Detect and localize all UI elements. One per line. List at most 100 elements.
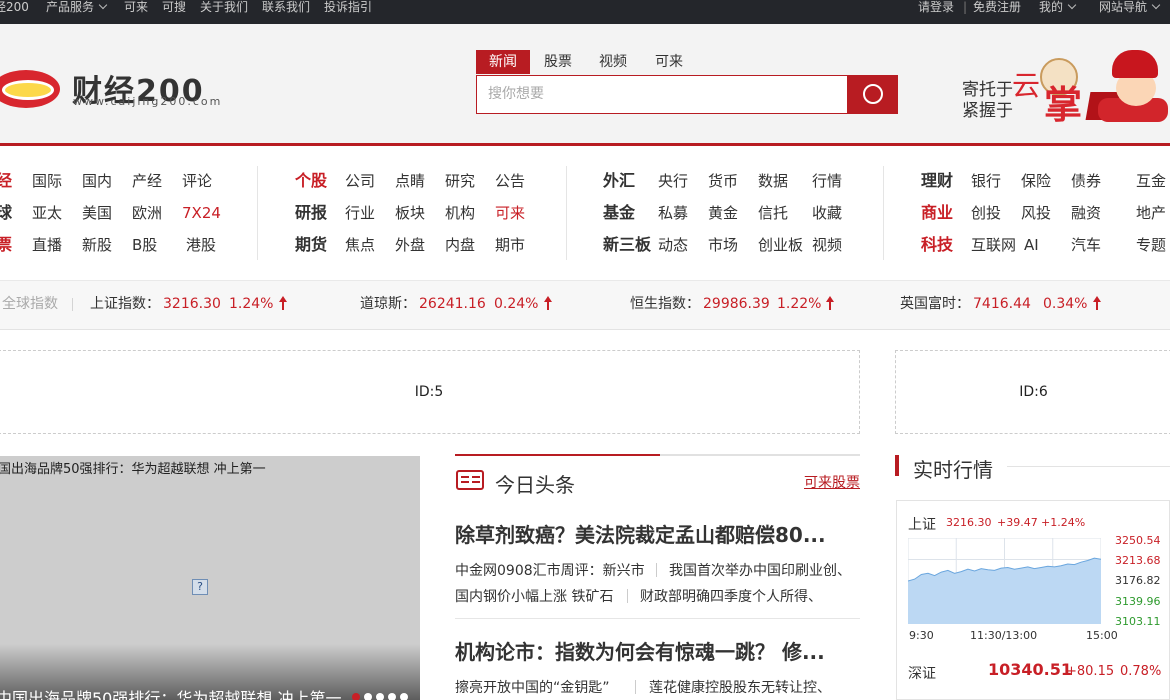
headline-sub-link[interactable]: 财政部明确四季度个人所得、 — [640, 586, 822, 606]
nav-link[interactable]: 研究 — [445, 172, 475, 190]
slide-caption[interactable]: 中国出海品牌50强排行：华为超越联想 冲上第一 — [0, 685, 341, 700]
headline-sub-link[interactable]: 中金网0908汇市周评：新兴市 — [455, 560, 645, 580]
nav-link[interactable]: 港股 — [186, 236, 216, 254]
ticker-name[interactable]: 英国富时： — [900, 295, 970, 313]
nav-cat[interactable]: 科技 — [921, 236, 953, 254]
nav-link-kelai[interactable]: 可来 — [495, 204, 525, 222]
slide-dot[interactable] — [352, 693, 360, 700]
nav-cat[interactable]: 新三板 — [603, 236, 651, 254]
headline-title[interactable]: 机构论市：指数为何会有惊魂一跳？ 修... — [455, 636, 860, 665]
search-tab-kelai[interactable]: 可来 — [644, 50, 694, 74]
nav-link[interactable]: AI — [1024, 236, 1039, 254]
my-account-menu[interactable]: 我的 — [1039, 0, 1077, 14]
nav-link[interactable]: 欧洲 — [132, 204, 162, 222]
ticker-name[interactable]: 道琼斯： — [360, 295, 416, 313]
nav-link[interactable]: 亚太 — [32, 204, 62, 222]
nav-link[interactable]: 黄金 — [708, 204, 738, 222]
nav-link[interactable]: 内盘 — [445, 236, 475, 254]
search-input[interactable]: 搜你想要 — [476, 75, 848, 114]
nav-link[interactable]: 创业板 — [758, 236, 803, 254]
search-button[interactable] — [847, 75, 898, 114]
headline-sub-link[interactable]: 擦亮开放中国的“金钥匙” — [455, 677, 610, 697]
nav-link[interactable]: 点睛 — [395, 172, 425, 190]
nav-cat[interactable]: 期货 — [295, 236, 327, 254]
intraday-chart[interactable] — [908, 538, 1101, 624]
slide-dot[interactable] — [400, 693, 408, 700]
nav-cat[interactable]: 票 — [0, 236, 12, 254]
nav-link[interactable]: 货币 — [708, 172, 738, 190]
register-link[interactable]: 免费注册 — [973, 0, 1021, 14]
nav-link[interactable]: 机构 — [445, 204, 475, 222]
nav-cat[interactable]: 经 — [0, 172, 12, 190]
top-link-about[interactable]: 关于我们 — [200, 0, 248, 14]
nav-link-7x24[interactable]: 7X24 — [182, 204, 221, 222]
nav-link[interactable]: 市场 — [708, 236, 738, 254]
nav-link[interactable]: 数据 — [758, 172, 788, 190]
nav-link[interactable]: 互联网 — [971, 236, 1016, 254]
nav-link[interactable]: 国内 — [82, 172, 112, 190]
nav-link[interactable]: 国际 — [32, 172, 62, 190]
nav-link[interactable]: 央行 — [658, 172, 688, 190]
nav-link[interactable]: 外盘 — [395, 236, 425, 254]
slide-dot[interactable] — [364, 693, 372, 700]
nav-link[interactable]: B股 — [132, 236, 157, 254]
headline-sub-link[interactable]: 我国首次举办中国印刷业创、 — [669, 560, 851, 580]
nav-link[interactable]: 创投 — [971, 204, 1001, 222]
nav-link[interactable]: 公告 — [495, 172, 525, 190]
nav-link[interactable]: 评论 — [182, 172, 212, 190]
nav-link[interactable]: 银行 — [971, 172, 1001, 190]
nav-link[interactable]: 焦点 — [345, 236, 375, 254]
nav-cat[interactable]: 研报 — [295, 204, 327, 222]
nav-cat[interactable]: 基金 — [603, 204, 635, 222]
nav-link[interactable]: 收藏 — [812, 204, 842, 222]
nav-link[interactable]: 私募 — [658, 204, 688, 222]
nav-link[interactable]: 专题 — [1136, 236, 1166, 254]
nav-link[interactable]: 板块 — [395, 204, 425, 222]
sz-index-name[interactable]: 深证 — [908, 663, 936, 683]
ticker-name[interactable]: 上证指数： — [90, 295, 160, 313]
kelai-stocks-link[interactable]: 可来股票 — [804, 472, 860, 492]
nav-link[interactable]: 汽车 — [1071, 236, 1101, 254]
nav-link[interactable]: 新股 — [82, 236, 112, 254]
ticker-name[interactable]: 恒生指数： — [630, 295, 700, 313]
top-link-contact[interactable]: 联系我们 — [262, 0, 310, 14]
site-nav-menu[interactable]: 网站导航 — [1099, 0, 1161, 14]
nav-link[interactable]: 信托 — [758, 204, 788, 222]
nav-link[interactable]: 视频 — [812, 236, 842, 254]
headline-title[interactable]: 除草剂致癌？美法院裁定孟山都赔偿80... — [455, 519, 860, 548]
ad-slot-5[interactable]: ID:5 — [0, 350, 860, 434]
search-tab-stocks[interactable]: 股票 — [534, 50, 582, 74]
nav-link[interactable]: 期市 — [495, 236, 525, 254]
slide-dot[interactable] — [376, 693, 384, 700]
nav-link[interactable]: 公司 — [345, 172, 375, 190]
nav-cat[interactable]: 商业 — [921, 204, 953, 222]
top-link-products[interactable]: 产品服务 — [46, 0, 108, 14]
nav-link[interactable]: 保险 — [1021, 172, 1051, 190]
ad-slot-6[interactable]: ID:6 — [895, 350, 1170, 434]
sh-index-name[interactable]: 上证 — [908, 514, 936, 534]
nav-link[interactable]: 风投 — [1021, 204, 1051, 222]
top-link-home[interactable]: 经200 — [0, 0, 29, 14]
top-link-kesou[interactable]: 可搜 — [162, 0, 186, 14]
nav-cat[interactable]: 理财 — [921, 172, 953, 190]
nav-link[interactable]: 行情 — [812, 172, 842, 190]
nav-link[interactable]: 美国 — [82, 204, 112, 222]
nav-cat[interactable]: 外汇 — [603, 172, 635, 190]
nav-link[interactable]: 产经 — [132, 172, 162, 190]
top-link-kelai[interactable]: 可来 — [124, 0, 148, 14]
slide-dot[interactable] — [388, 693, 396, 700]
headline-sub-link[interactable]: 国内钢价小幅上涨 铁矿石 — [455, 586, 613, 606]
headline-sub-link[interactable]: 莲花健康控股股东无转让控、 — [649, 677, 831, 697]
top-link-complaint[interactable]: 投诉指引 — [324, 0, 372, 14]
nav-cat[interactable]: 个股 — [295, 172, 327, 190]
nav-link[interactable]: 融资 — [1071, 204, 1101, 222]
nav-cat[interactable]: 球 — [0, 204, 12, 222]
nav-link[interactable]: 动态 — [658, 236, 688, 254]
nav-link[interactable]: 直播 — [32, 236, 62, 254]
nav-link[interactable]: 债券 — [1071, 172, 1101, 190]
nav-link[interactable]: 地产 — [1136, 204, 1166, 222]
search-tab-video[interactable]: 视频 — [588, 50, 638, 74]
nav-link[interactable]: 行业 — [345, 204, 375, 222]
login-link[interactable]: 请登录 — [918, 0, 954, 14]
search-tab-news[interactable]: 新闻 — [476, 50, 530, 74]
